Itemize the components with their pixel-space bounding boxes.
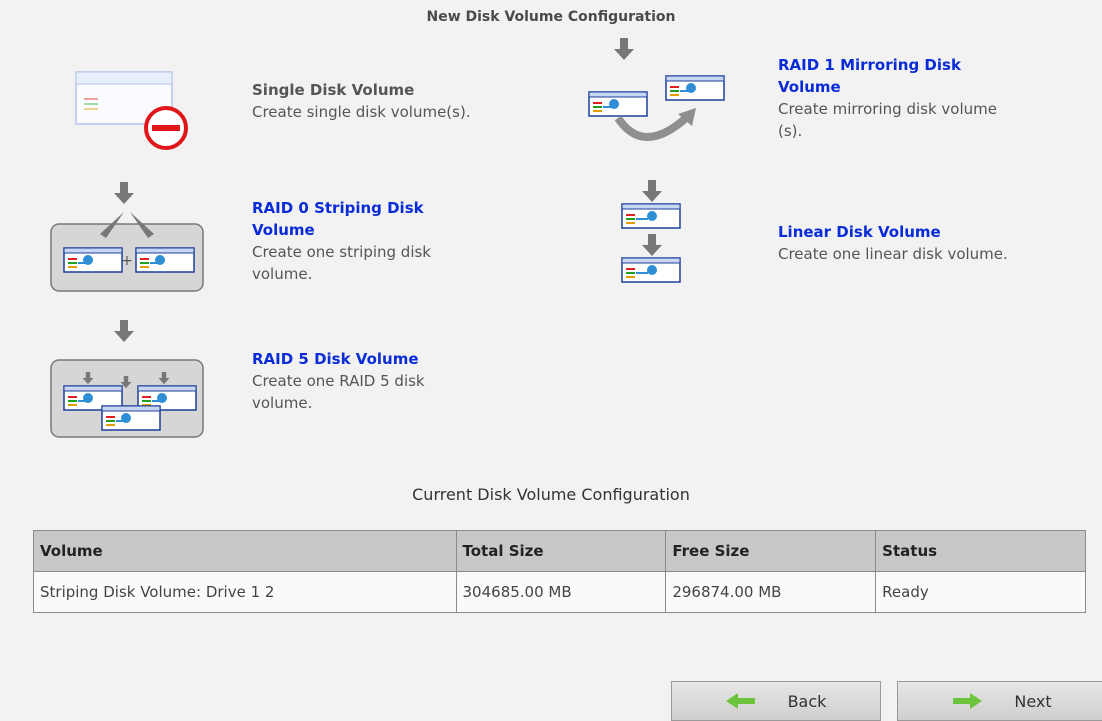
arrow-right-icon: [953, 693, 983, 709]
col-status: Status: [875, 530, 1086, 572]
raid0-desc-line1: Create one striping disk: [252, 243, 431, 261]
raid1-desc-line1: Create mirroring disk volume: [778, 100, 997, 118]
raid1-desc-line2: (s).: [778, 122, 803, 140]
cell-total-size: 304685.00 MB: [455, 571, 667, 613]
option-single-disk[interactable]: Single Disk Volume Create single disk vo…: [74, 70, 544, 160]
new-volume-title: New Disk Volume Configuration: [426, 9, 676, 25]
cell-free-size: 296874.00 MB: [665, 571, 877, 613]
raid1-mirror-icon: [588, 38, 725, 141]
col-volume: Volume: [33, 530, 457, 572]
raid5-label[interactable]: RAID 5 Disk Volume: [252, 348, 522, 370]
current-volume-title: Current Disk Volume Configuration: [412, 485, 690, 504]
raid5-icon: [50, 320, 204, 438]
raid0-desc-line2: volume.: [252, 265, 313, 283]
col-free-size: Free Size: [665, 530, 877, 572]
option-linear[interactable]: Linear Disk Volume Create one linear dis…: [612, 180, 1092, 300]
cell-volume: Striping Disk Volume: Drive 1 2: [33, 571, 457, 613]
back-label: Back: [787, 691, 827, 711]
back-button[interactable]: Back: [671, 681, 881, 721]
raid0-stripe-icon: +: [50, 182, 204, 292]
next-button[interactable]: Next: [897, 681, 1102, 721]
raid0-label-line2[interactable]: Volume: [252, 219, 522, 241]
raid1-label-line2[interactable]: Volume: [778, 76, 1078, 98]
table-row: Striping Disk Volume: Drive 1 2 304685.0…: [33, 571, 1086, 613]
cell-status: Ready: [875, 571, 1086, 613]
table-header-row: Volume Total Size Free Size Status: [33, 530, 1086, 572]
linear-label[interactable]: Linear Disk Volume: [778, 221, 1088, 243]
raid5-desc-line2: volume.: [252, 394, 313, 412]
raid5-desc-line1: Create one RAID 5 disk: [252, 372, 425, 390]
next-label: Next: [1014, 691, 1052, 711]
svg-text:+: +: [121, 253, 133, 269]
raid1-label-line1[interactable]: RAID 1 Mirroring Disk: [778, 54, 1078, 76]
option-raid1[interactable]: RAID 1 Mirroring Disk Volume Create mirr…: [588, 38, 1088, 173]
arrow-left-icon: [725, 693, 755, 709]
option-raid0[interactable]: + RAID 0 Striping Disk Volume Create one…: [50, 182, 520, 302]
option-raid5[interactable]: RAID 5 Disk Volume Create one RAID 5 dis…: [50, 320, 520, 445]
volume-table: Volume Total Size Free Size Status Strip…: [33, 530, 1086, 613]
linear-disk-icon: [621, 180, 681, 283]
linear-desc: Create one linear disk volume.: [778, 245, 1008, 263]
disk-single-icon: [75, 71, 188, 150]
col-total-size: Total Size: [455, 530, 667, 572]
raid0-label-line1[interactable]: RAID 0 Striping Disk: [252, 197, 522, 219]
single-disk-desc: Create single disk volume(s).: [252, 103, 471, 121]
single-disk-label[interactable]: Single Disk Volume: [252, 79, 471, 101]
